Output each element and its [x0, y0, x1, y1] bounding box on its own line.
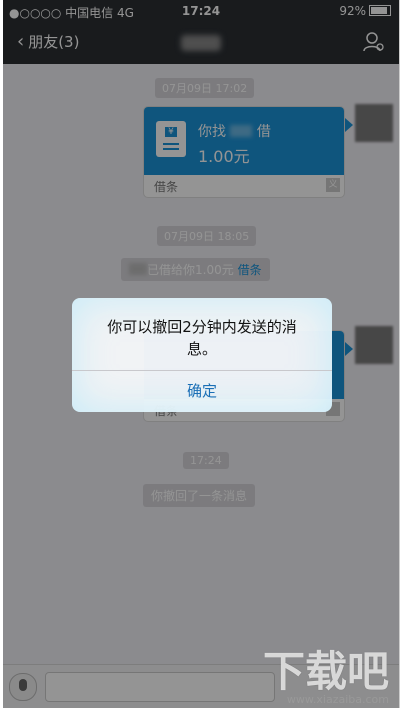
- confirm-button[interactable]: 确定: [72, 371, 332, 412]
- alert-dialog: 你可以撤回2分钟内发送的消息。 确定: [72, 298, 332, 412]
- phone-screen: ●○○○○ 中国电信 4G 17:24 92% ‹ 朋友(3) 07月09日 17…: [3, 0, 400, 708]
- alert-message: 你可以撤回2分钟内发送的消息。: [107, 318, 297, 358]
- watermark-logo: 下载吧 www.xiazaiba.com: [262, 647, 389, 706]
